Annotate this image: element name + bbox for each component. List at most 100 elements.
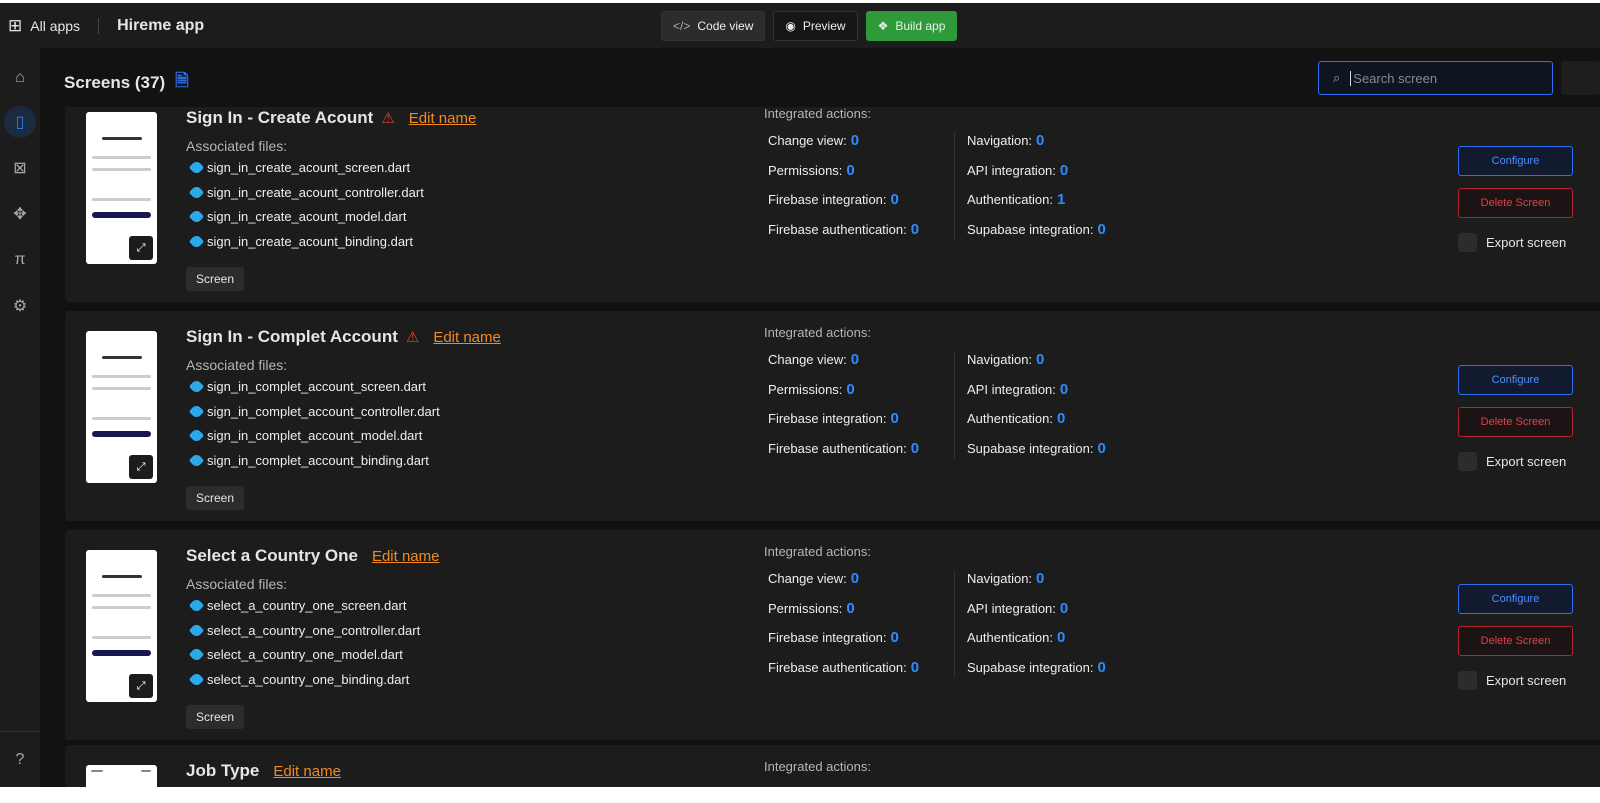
file-item[interactable]: sign_in_create_acount_controller.dart	[188, 184, 424, 200]
delete-screen-button[interactable]: Delete Screen	[1458, 626, 1573, 656]
screen-title-row: Select a Country One Edit name	[186, 546, 439, 566]
preview-label: Preview	[802, 19, 846, 33]
file-item[interactable]: sign_in_complet_account_screen.dart	[188, 378, 426, 395]
action-value: 0	[1036, 132, 1045, 149]
action-label: Navigation:	[967, 352, 1033, 367]
screen-type-tag[interactable]: Screen	[186, 267, 245, 291]
app-title: Hireme app	[117, 16, 205, 34]
file-item[interactable]: select_a_country_one_screen.dart	[188, 597, 406, 614]
screen-thumbnail[interactable]: ⤢	[86, 112, 157, 264]
screens-header: Screens (37) 🗎 ⌕	[41, 48, 1600, 107]
action-value: 0	[850, 570, 860, 587]
action-value: 0	[890, 191, 899, 208]
help-icon[interactable]: ?	[4, 744, 36, 776]
edit-name-link[interactable]: Edit name	[273, 763, 341, 780]
file-item[interactable]: sign_in_complet_account_model.dart	[188, 427, 422, 444]
all-apps-icon[interactable]: ⊞	[8, 16, 22, 36]
delete-screen-button[interactable]: Delete Screen	[1458, 407, 1573, 437]
export-screen-option[interactable]: Export screen	[1458, 452, 1566, 471]
screen-thumbnail[interactable]: ⤢	[86, 550, 157, 702]
file-item[interactable]: sign_in_create_acount_model.dart	[188, 208, 406, 225]
document-icon[interactable]: 🗎	[175, 68, 189, 97]
stack-icon: ❖	[877, 19, 889, 33]
file-item[interactable]: sign_in_create_acount_binding.dart	[188, 233, 413, 249]
gear-icon[interactable]: ⚙	[4, 290, 36, 322]
action-label: Change view:	[768, 571, 847, 586]
file-name: sign_in_create_acount_screen.dart	[207, 160, 411, 175]
variables-icon[interactable]: ⊠	[4, 152, 36, 184]
edit-name-link[interactable]: Edit name	[433, 329, 501, 346]
action-label: Firebase authentication:	[768, 221, 907, 237]
configure-button[interactable]: Configure	[1458, 365, 1573, 395]
code-icon: </>	[673, 19, 691, 33]
export-label: Export screen	[1486, 673, 1567, 688]
action-value: 0	[1097, 658, 1106, 676]
export-screen-option[interactable]: Export screen	[1458, 671, 1566, 690]
action-label: Supabase integration:	[967, 221, 1094, 237]
expand-icon[interactable]: ⤢	[129, 455, 153, 479]
edit-name-link[interactable]: Edit name	[372, 548, 440, 565]
code-view-button[interactable]: </> Code view	[661, 11, 766, 41]
home-icon[interactable]: ⌂	[4, 62, 36, 94]
action-value: 0	[846, 599, 855, 617]
build-app-button[interactable]: ❖ Build app	[865, 11, 958, 41]
app-window: ⊞ All apps Hireme app </> Code view ◉ Prev…	[0, 3, 1600, 787]
action-label: Firebase authentication:	[768, 659, 907, 675]
header-button[interactable]	[1561, 61, 1600, 95]
export-checkbox[interactable]	[1458, 671, 1477, 690]
action-label: Change view:	[768, 133, 847, 148]
action-count: Change view: 0	[768, 570, 859, 587]
edit-name-link[interactable]: Edit name	[409, 110, 477, 127]
divider	[98, 17, 100, 34]
file-name: sign_in_create_acount_controller.dart	[207, 184, 424, 200]
action-count: API integration: 0	[967, 162, 1068, 179]
all-apps-link[interactable]: All apps	[30, 18, 80, 34]
typography-icon[interactable]: π	[4, 244, 36, 276]
file-item[interactable]: select_a_country_one_controller.dart	[188, 622, 420, 638]
expand-icon[interactable]: ⤢	[129, 674, 153, 698]
action-count: Firebase integration: 0	[768, 629, 899, 646]
action-value: 0	[1036, 351, 1045, 368]
code-view-label: Code view	[697, 19, 754, 33]
export-screen-option[interactable]: Export screen	[1458, 233, 1566, 252]
preview-button[interactable]: ◉ Preview	[773, 11, 858, 41]
action-value: 0	[1059, 161, 1069, 179]
screen-type-tag[interactable]: Screen	[186, 705, 245, 729]
action-count: Change view: 0	[768, 132, 859, 149]
dart-file-icon	[188, 184, 205, 200]
action-value: 0	[1057, 410, 1066, 427]
screen-type-tag[interactable]: Screen	[186, 486, 245, 510]
expand-icon[interactable]: ⤢	[129, 236, 153, 260]
action-count: Permissions: 0	[768, 162, 855, 179]
delete-screen-button[interactable]: Delete Screen	[1458, 188, 1573, 218]
action-value: 0	[890, 629, 899, 646]
export-checkbox[interactable]	[1458, 233, 1477, 252]
action-label: Change view:	[768, 352, 847, 367]
associated-files-label: Associated files:	[186, 138, 288, 154]
configure-button[interactable]: Configure	[1458, 584, 1573, 614]
screen-thumbnail[interactable]	[86, 765, 157, 787]
screen-card: ⤢ Sign In - Complet Account ⚠ Edit name In…	[65, 311, 1600, 521]
file-name: sign_in_complet_account_binding.dart	[207, 452, 429, 468]
file-item[interactable]: select_a_country_one_model.dart	[188, 646, 403, 663]
integrations-icon[interactable]: ✥	[4, 198, 36, 230]
file-item[interactable]: sign_in_create_acount_screen.dart	[188, 159, 411, 176]
action-label: API integration:	[967, 162, 1056, 178]
mobile-screens-icon[interactable]: ▯	[4, 106, 36, 138]
action-label: Firebase integration:	[768, 192, 887, 207]
file-name: select_a_country_one_model.dart	[207, 647, 403, 662]
file-item[interactable]: sign_in_complet_account_controller.dart	[188, 403, 440, 419]
action-label: Firebase authentication:	[768, 440, 907, 456]
search-input[interactable]	[1350, 70, 1531, 86]
export-label: Export screen	[1486, 454, 1567, 469]
file-item[interactable]: sign_in_complet_account_binding.dart	[188, 452, 429, 468]
export-checkbox[interactable]	[1458, 452, 1477, 471]
action-value: 0	[1036, 570, 1045, 587]
screen-title-row: Job Type Edit name	[186, 761, 341, 781]
action-label: Permissions:	[768, 162, 843, 178]
action-label: Firebase integration:	[768, 411, 887, 426]
file-item[interactable]: select_a_country_one_binding.dart	[188, 671, 409, 687]
action-label: Supabase integration:	[967, 440, 1094, 456]
configure-button[interactable]: Configure	[1458, 146, 1573, 176]
screen-thumbnail[interactable]: ⤢	[86, 331, 157, 483]
